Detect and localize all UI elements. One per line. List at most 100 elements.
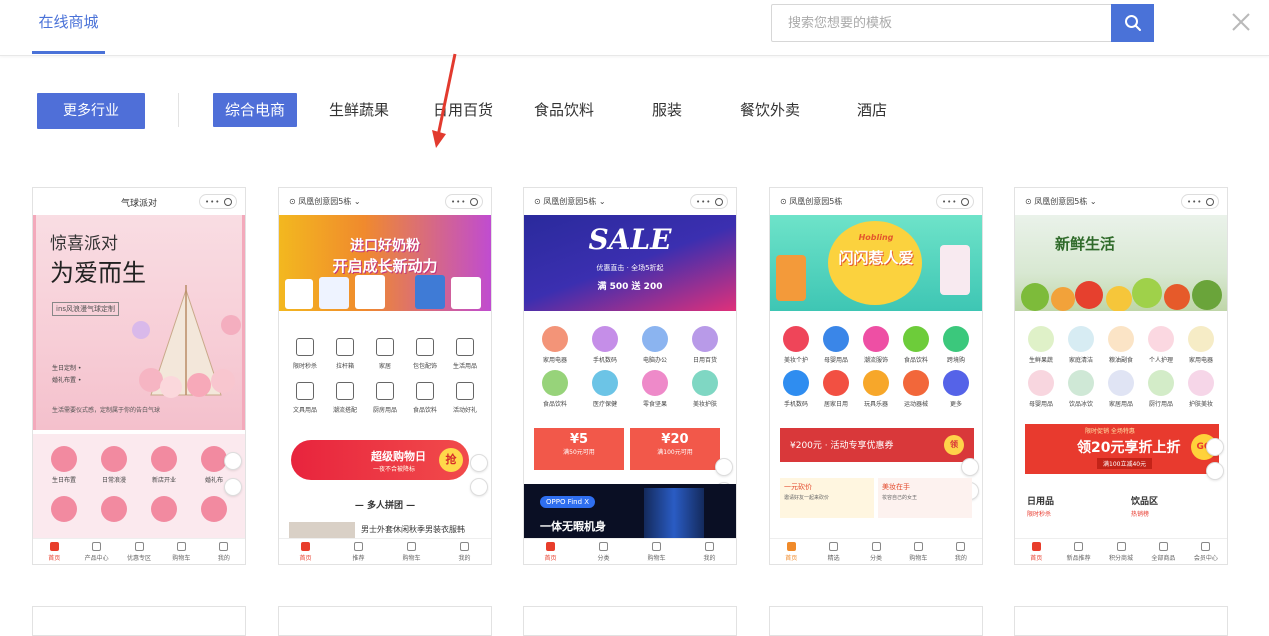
tab-category: 分类	[855, 539, 897, 564]
nav-icon: 运动器械	[898, 370, 934, 408]
tab-all-products: 全部商品	[1142, 539, 1184, 564]
template-card-milk-powder[interactable]: ⊙ 凤凰创意园5栋 ⌄ ••• 进口好奶粉 开启成长新动力 限时秒杀 拉杆箱 家…	[278, 187, 492, 565]
product-cans-illustration	[285, 275, 481, 309]
tab-home: 首页	[1015, 539, 1057, 564]
nav-icon: 母婴用品	[1023, 370, 1059, 408]
template-card-balloon-party[interactable]: 气球派对 ••• 惊喜派对 为爱而生 ins风浪漫气球定制 生日定制 • 婚礼布…	[32, 187, 246, 565]
close-button[interactable]	[1229, 10, 1253, 34]
template-card[interactable]	[769, 606, 983, 636]
tab-cart: 购物车	[897, 539, 939, 564]
card-banner: Hobling 闪闪惹人爱	[770, 215, 982, 311]
phone-icon	[715, 458, 733, 476]
tab-home: 首页	[33, 539, 75, 564]
nav-icon: 家用电器	[1183, 326, 1219, 364]
industry-filter-bar: 更多行业 综合电商 生鲜蔬果 日用百货 食品饮料 服装 餐饮外卖 酒店	[0, 93, 1269, 129]
tab-online-mall[interactable]: 在线商城	[32, 8, 105, 54]
goods-card: 一元砍价 邀请好友一起来砍价	[780, 478, 874, 518]
template-card[interactable]	[278, 606, 492, 636]
category-tab-food-beverage[interactable]: 食品饮料	[533, 93, 595, 127]
category-tab-hotel[interactable]: 酒店	[855, 93, 889, 127]
coupon: ¥5 满50元可用	[534, 428, 624, 470]
tab-home: 首页	[770, 539, 812, 564]
tab-member: 会员中心	[1185, 539, 1227, 564]
promo-banner: 超级购物日 一夜不合被降标 抢	[291, 440, 469, 480]
nav-icon: 家庭清洁	[1063, 326, 1099, 364]
tab-home: 首页	[524, 539, 577, 564]
nav-icon: 家用电器	[537, 326, 573, 364]
drinks-section: 饮品区 热销榜	[1131, 497, 1159, 518]
location-label: ⊙ 凤凰创意园5栋 ⌄	[534, 197, 606, 206]
category-tab-clothing[interactable]: 服装	[648, 93, 686, 127]
coupon-text: ¥200元 · 活动专享优惠券	[790, 441, 894, 451]
nav-icon	[46, 496, 82, 525]
banner-bullet-2: 婚礼布置 •	[52, 377, 82, 384]
card-header: ⊙ 凤凰创意园5栋 ⌄ •••	[279, 188, 491, 215]
nav-icon: 日常浪漫	[96, 446, 132, 484]
goods-card: 美妆在手 妆容自己的女王	[878, 478, 972, 518]
nav-icon: 跨境购	[938, 326, 974, 364]
nav-icon: 美妆护肤	[687, 370, 723, 408]
phone-ad-text: 一体无暇机身	[540, 520, 606, 533]
banner-bullet-1: 生日定制 •	[52, 365, 82, 372]
location-label: ⊙ 凤凰创意园5栋 ⌄	[289, 197, 361, 206]
nav-icon	[196, 496, 232, 525]
more-industries-button[interactable]: 更多行业	[37, 93, 145, 129]
nav-icon	[96, 496, 132, 525]
nav-icon: 个人护理	[1143, 326, 1179, 364]
nav-icon: 潮流搭配	[327, 378, 363, 414]
coupon-bar: ¥200元 · 活动专享优惠券 领	[780, 428, 974, 462]
template-card[interactable]	[523, 606, 737, 636]
phone-icon	[470, 454, 488, 472]
nav-icon: 厨行用品	[1143, 370, 1179, 408]
search-input[interactable]	[772, 5, 1112, 41]
template-card-cosmetics[interactable]: ⊙ 凤凰创意园5栋 ••• Hobling 闪闪惹人爱 美妆个护 母婴用品 潮流…	[769, 187, 983, 565]
tab-mine: 我的	[203, 539, 245, 564]
category-tab-fresh-produce[interactable]: 生鲜蔬果	[324, 93, 394, 127]
promo-title: 超级购物日	[371, 450, 426, 463]
nav-icon: 活动好礼	[447, 378, 483, 414]
template-card-sale[interactable]: ⊙ 凤凰创意园5栋 ⌄ ••• SALE 优惠直击 · 全场5折起 满 500 …	[523, 187, 737, 565]
share-icon	[1206, 462, 1224, 480]
category-tab-food-delivery[interactable]: 餐饮外卖	[739, 93, 801, 127]
nav-icon: 新店开业	[146, 446, 182, 484]
nav-icon: 更多	[938, 370, 974, 408]
nav-icon: 饮品冰饮	[1063, 370, 1099, 408]
close-icon	[1232, 13, 1250, 31]
template-card[interactable]	[1014, 606, 1228, 636]
banner-offer: 满 500 送 200	[597, 282, 663, 292]
nav-icon: 电脑办公	[637, 326, 673, 364]
card-banner: 新鲜生活	[1015, 215, 1227, 311]
tab-recommend: 推荐	[332, 539, 385, 564]
promo-top: 限时促销 全场特惠	[1085, 428, 1135, 435]
tab-new: 新品推荐	[1057, 539, 1099, 564]
nav-icon: 居家日用	[818, 370, 854, 408]
phone-icon	[961, 458, 979, 476]
icon-grid: 家用电器 手机数码 电脑办公 日用百货 食品饮料 医疗保健 零食坚果 美妆护肤	[524, 324, 736, 414]
nav-icon: 生日布置	[46, 446, 82, 484]
banner-script: Hobling	[858, 233, 894, 242]
share-icon	[224, 478, 242, 496]
grab-button: 抢	[439, 448, 463, 472]
tab-products: 产品中心	[75, 539, 117, 564]
search-button[interactable]	[1111, 4, 1154, 42]
tab-deals: 优惠专区	[118, 539, 160, 564]
nav-icon: 潮流服饰	[858, 326, 894, 364]
red-arrow-annotation	[432, 53, 457, 148]
tab-mine: 我的	[940, 539, 982, 564]
nav-icon: 医疗保健	[587, 370, 623, 408]
daily-goods-section: 日用品 限时秒杀	[1027, 497, 1055, 518]
card-tab-bar: 首页 精选 分类 购物车 我的	[770, 538, 982, 564]
template-card-fresh-life[interactable]: ⊙ 凤凰创意园5栋 ⌄ ••• 新鲜生活 生鲜果蔬 家庭清洁 粮油副食 个人护理…	[1014, 187, 1228, 565]
nav-icon: 生活用品	[447, 334, 483, 370]
group-item-title: 男士外套休闲秋季男装衣服韩	[361, 525, 465, 534]
card-tab-bar: 首页 推荐 购物车 我的	[279, 538, 491, 564]
nav-icon: 拉杆箱	[327, 334, 363, 370]
template-card[interactable]	[32, 606, 246, 636]
nav-icon	[146, 496, 182, 525]
tab-category: 分类	[577, 539, 630, 564]
nav-icon: 厨房用品	[367, 378, 403, 414]
category-tab-comprehensive-ecommerce[interactable]: 综合电商	[213, 93, 297, 127]
icon-grid: 美妆个护 母婴用品 潮流服饰 食品饮料 跨境购 手机数码 居家日用 玩具乐器 运…	[770, 324, 982, 414]
tab-mine: 我的	[438, 539, 491, 564]
banner-headline: 进口好奶粉	[350, 238, 420, 254]
